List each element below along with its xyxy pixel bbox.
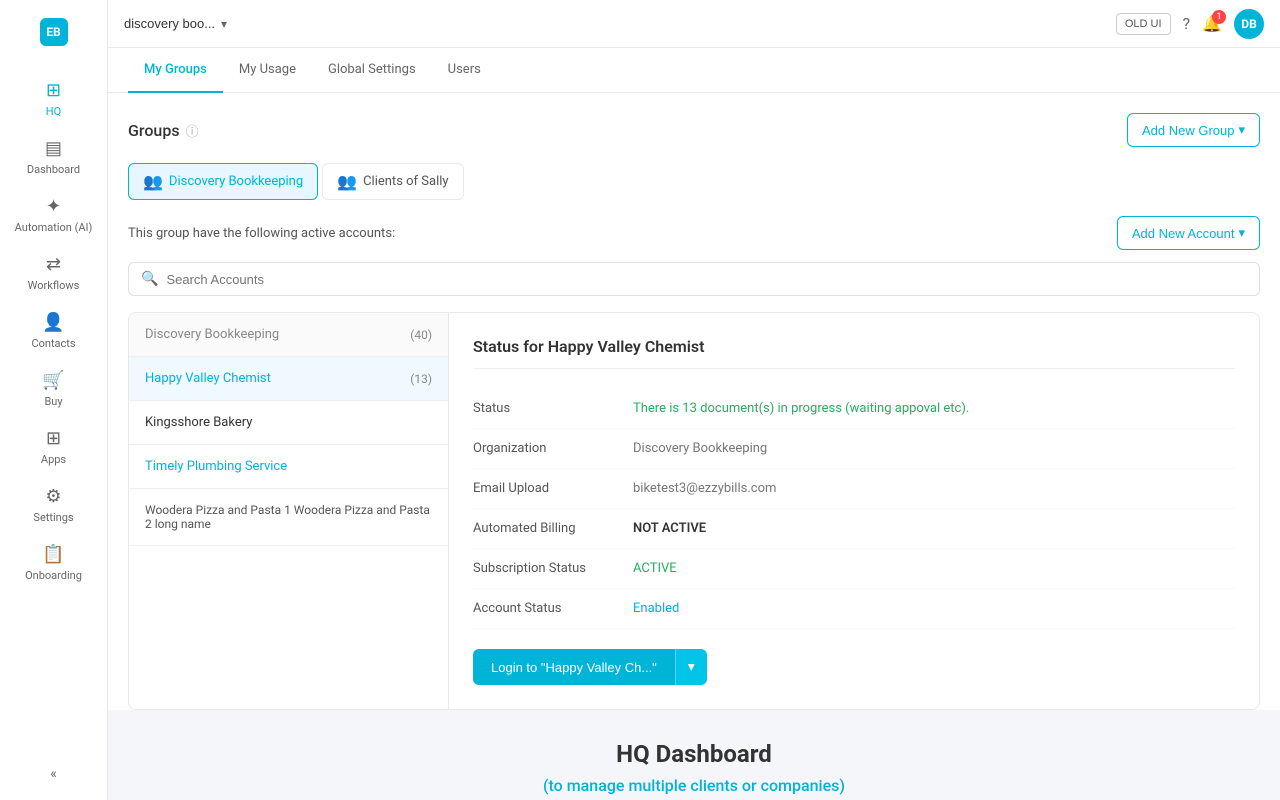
old-ui-button[interactable]: OLD UI xyxy=(1116,13,1171,35)
org-selector[interactable]: discovery boo... ▾ xyxy=(124,16,227,31)
group-tab-sally-icon: 👥 xyxy=(337,172,357,191)
sidebar-item-apps[interactable]: ⊞ Apps xyxy=(9,420,99,474)
login-button-chevron[interactable]: ▾ xyxy=(675,649,707,685)
automation-icon: ✦ xyxy=(46,196,61,217)
detail-row-organization: Organization Discovery Bookkeeping xyxy=(473,429,1235,469)
content-inner: My Groups My Usage Global Settings Users… xyxy=(108,48,1280,800)
sidebar-item-contacts[interactable]: 👤 Contacts xyxy=(9,304,99,358)
account-list-item-timely[interactable]: Timely Plumbing Service xyxy=(129,445,448,489)
tab-my-usage[interactable]: My Usage xyxy=(223,48,312,93)
org-selector-chevron-icon: ▾ xyxy=(221,17,227,31)
account-list: Discovery Bookkeeping (40) Happy Valley … xyxy=(129,313,449,709)
info-icon: ⓘ xyxy=(186,121,199,140)
login-button-wrap: Login to "Happy Valley Ch..." ▾ xyxy=(473,649,1235,685)
detail-row-subscription-status: Subscription Status ACTIVE xyxy=(473,549,1235,589)
accounts-header: This group have the following active acc… xyxy=(128,216,1260,250)
sidebar-item-automation[interactable]: ✦ Automation (AI) xyxy=(9,188,99,242)
tab-my-groups[interactable]: My Groups xyxy=(128,48,223,93)
tab-global-settings[interactable]: Global Settings xyxy=(312,48,432,93)
sidebar-item-onboarding[interactable]: 📋 Onboarding xyxy=(9,536,99,590)
accounts-description: This group have the following active acc… xyxy=(128,226,395,241)
onboarding-icon: 📋 xyxy=(42,544,64,565)
add-group-button[interactable]: Add New Group ▾ xyxy=(1127,113,1260,147)
notifications-button[interactable]: 🔔 1 xyxy=(1202,14,1222,33)
help-button[interactable]: ? xyxy=(1183,14,1191,33)
settings-icon: ⚙ xyxy=(45,486,61,507)
content-area: My Groups My Usage Global Settings Users… xyxy=(108,48,1280,800)
sidebar-collapse-button[interactable]: « xyxy=(42,758,65,790)
help-icon: ? xyxy=(1183,14,1191,33)
logo-icon: EB xyxy=(40,18,68,46)
groups-title: Groups ⓘ xyxy=(128,121,199,140)
marketing-subtitle: (to manage multiple clients or companies… xyxy=(128,776,1260,795)
group-tab-clients-sally[interactable]: 👥 Clients of Sally xyxy=(322,163,463,200)
marketing-section: HQ Dashboard (to manage multiple clients… xyxy=(108,710,1280,800)
sidebar-item-buy[interactable]: 🛒 Buy xyxy=(9,362,99,416)
buy-icon: 🛒 xyxy=(42,370,64,391)
search-icon: 🔍 xyxy=(141,271,158,287)
detail-row-status: Status There is 13 document(s) in progre… xyxy=(473,389,1235,429)
add-group-chevron-icon: ▾ xyxy=(1238,122,1245,138)
workflows-icon: ⇄ xyxy=(46,254,61,275)
search-bar: 🔍 xyxy=(128,262,1260,296)
group-tabs: 👥 Discovery Bookkeeping 👥 Clients of Sal… xyxy=(108,163,1280,200)
account-list-item-woodera[interactable]: Woodera Pizza and Pasta 1 Woodera Pizza … xyxy=(129,489,448,546)
topbar: discovery boo... ▾ OLD UI ? 🔔 1 DB xyxy=(108,0,1280,48)
main-tabs: My Groups My Usage Global Settings Users xyxy=(108,48,1280,93)
topbar-actions: OLD UI ? 🔔 1 DB xyxy=(1116,9,1264,39)
dashboard-icon: ▤ xyxy=(45,138,62,159)
detail-row-email-upload: Email Upload biketest3@ezzybills.com xyxy=(473,469,1235,509)
apps-icon: ⊞ xyxy=(46,428,61,449)
hq-icon: ⊞ xyxy=(46,80,61,101)
sidebar: EB ⊞ HQ ▤ Dashboard ✦ Automation (AI) ⇄ … xyxy=(0,0,108,800)
marketing-title: HQ Dashboard xyxy=(128,740,1260,768)
accounts-section: This group have the following active acc… xyxy=(108,216,1280,710)
detail-row-automated-billing: Automated Billing NOT ACTIVE xyxy=(473,509,1235,549)
account-list-item-kingsshore[interactable]: Kingsshore Bakery xyxy=(129,401,448,445)
main-panel: Discovery Bookkeeping (40) Happy Valley … xyxy=(128,312,1260,710)
sidebar-item-dashboard[interactable]: ▤ Dashboard xyxy=(9,130,99,184)
group-tab-discovery-icon: 👥 xyxy=(143,172,163,191)
groups-header: Groups ⓘ Add New Group ▾ xyxy=(108,93,1280,163)
account-detail-title: Status for Happy Valley Chemist xyxy=(473,337,1235,369)
add-account-button[interactable]: Add New Account ▾ xyxy=(1117,216,1260,250)
contacts-icon: 👤 xyxy=(42,312,64,333)
sidebar-item-hq[interactable]: ⊞ HQ xyxy=(9,72,99,126)
app-logo: EB xyxy=(32,10,76,54)
detail-row-account-status: Account Status Enabled xyxy=(473,589,1235,629)
main-area: discovery boo... ▾ OLD UI ? 🔔 1 DB My Gr… xyxy=(108,0,1280,800)
add-account-chevron-icon: ▾ xyxy=(1238,225,1245,241)
group-tab-discovery[interactable]: 👥 Discovery Bookkeeping xyxy=(128,163,318,200)
user-avatar[interactable]: DB xyxy=(1234,9,1264,39)
account-list-item-discovery[interactable]: Discovery Bookkeeping (40) xyxy=(129,313,448,357)
login-button[interactable]: Login to "Happy Valley Ch..." xyxy=(473,649,675,685)
account-detail-panel: Status for Happy Valley Chemist Status T… xyxy=(449,313,1259,709)
notification-badge: 1 xyxy=(1212,10,1226,24)
sidebar-item-settings[interactable]: ⚙ Settings xyxy=(9,478,99,532)
tab-users[interactable]: Users xyxy=(432,48,497,93)
account-list-item-happy-valley[interactable]: Happy Valley Chemist (13) xyxy=(129,357,448,401)
search-accounts-input[interactable] xyxy=(166,272,1247,287)
sidebar-item-workflows[interactable]: ⇄ Workflows xyxy=(9,246,99,300)
